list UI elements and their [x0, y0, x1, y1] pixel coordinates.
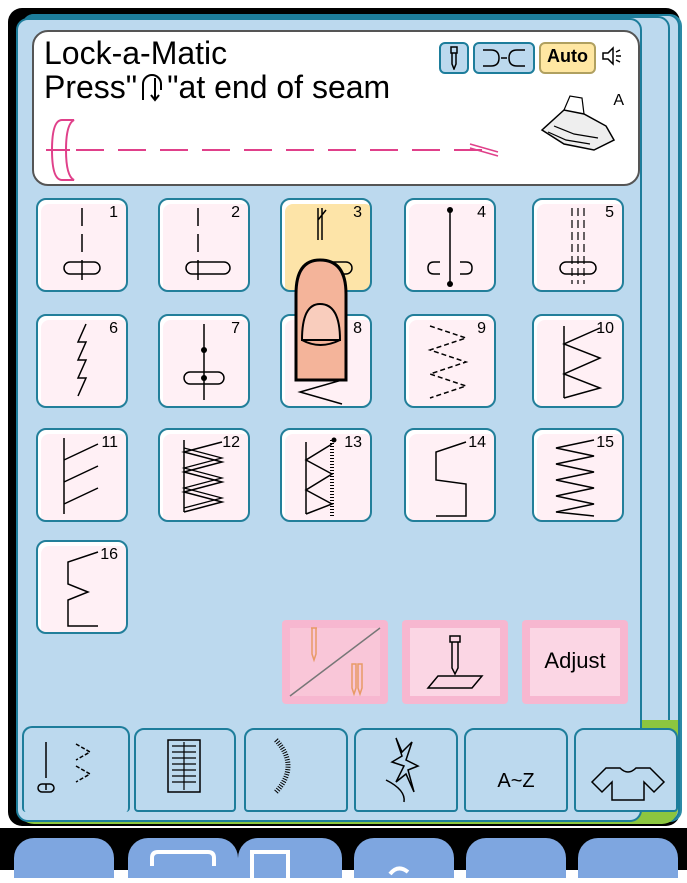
tab-buttonholes[interactable]: [134, 728, 236, 812]
lower-button-4-icon: [388, 866, 410, 876]
blind-hem-icon: [435, 441, 467, 517]
double-overcast-icon: [181, 440, 225, 513]
stitch-button-4[interactable]: 4: [404, 198, 496, 292]
stitch-button-7[interactable]: 7: [158, 314, 250, 408]
buttonhole-tab-icon: [167, 739, 201, 793]
instruction-post: "at end of seam: [167, 69, 391, 105]
stitch-button-12[interactable]: 12: [158, 428, 250, 522]
needle-plate-icon: [426, 635, 484, 689]
tab-utility-stitches[interactable]: [22, 726, 130, 812]
stitch-button-13[interactable]: 13: [280, 428, 372, 522]
shirt-tab-icon: [590, 767, 666, 801]
lower-button-3[interactable]: [238, 838, 342, 882]
stitch-button-6[interactable]: 6: [36, 314, 128, 408]
lower-button-2-icon: [150, 850, 216, 866]
utility-stitch-tab-icon: [37, 742, 92, 793]
stitch-button-14[interactable]: 14: [404, 428, 496, 522]
basting-stitch-icon: [183, 324, 225, 400]
straight-stitch-icon: [63, 208, 101, 280]
twin-needle-icon: [289, 627, 381, 697]
tab-alphabet-label: A~Z: [497, 770, 535, 792]
lower-button-6[interactable]: [578, 838, 678, 878]
stitch-button-5[interactable]: 5: [532, 198, 624, 292]
tab-decorative-stitches[interactable]: [354, 728, 458, 812]
lower-button-3-icon: [250, 850, 290, 882]
decorative-stitch-tab-icon: [385, 737, 420, 803]
presser-foot-a-icon: [540, 95, 616, 151]
satin-stitch-tab-icon: [274, 738, 291, 794]
needle-plate-button[interactable]: [402, 620, 508, 704]
tab-alphabet[interactable]: A~Z: [464, 728, 568, 812]
stitch-button-10[interactable]: 10: [532, 314, 624, 408]
lower-button-1[interactable]: [14, 838, 114, 878]
tab-garment[interactable]: [574, 728, 678, 812]
lower-button-5[interactable]: [466, 838, 566, 878]
straight-stitch-center-icon: [185, 208, 231, 280]
adjust-label: Adjust: [544, 648, 606, 673]
adjust-button[interactable]: Adjust: [522, 620, 628, 704]
stitch-button-9[interactable]: 9: [404, 314, 496, 408]
seam-diagram: [46, 119, 499, 181]
lower-button-4[interactable]: [354, 838, 454, 878]
status-icons: Auto: [439, 42, 626, 74]
triple-stitch-icon: [559, 208, 597, 284]
stitch-button-2[interactable]: 2: [158, 198, 250, 292]
lock-icon: [142, 74, 163, 102]
shell-tuck-icon: [67, 551, 99, 627]
presser-foot-icon[interactable]: [473, 42, 536, 74]
finger-pointer-icon: [294, 258, 348, 382]
multi-zigzag-icon: [427, 325, 469, 399]
lower-button-2[interactable]: [128, 838, 238, 878]
stitch-button-11[interactable]: 11: [36, 428, 128, 522]
message-box: Lock-a-Matic Press" "at end of seam Auto …: [32, 30, 640, 186]
needle-status-icon[interactable]: [439, 42, 470, 74]
overcast-stitch-icon: [63, 438, 99, 514]
stretch-stitch-icon: [76, 323, 88, 397]
locking-stitch-icon: [427, 207, 473, 287]
overlock-stitch-icon: [304, 437, 337, 516]
stitch-button-16[interactable]: 16: [36, 540, 128, 634]
triple-zigzag-icon: [562, 326, 603, 399]
stitch-button-15[interactable]: 15: [532, 428, 624, 522]
instruction-pre: Press": [44, 69, 138, 105]
tab-satin-stitches[interactable]: [244, 728, 348, 812]
stretch-blind-hem-icon: [555, 439, 595, 517]
stitch-button-1[interactable]: 1: [36, 198, 128, 292]
twin-needle-button[interactable]: [282, 620, 388, 704]
message-instruction: Press" "at end of seam: [44, 69, 391, 105]
auto-badge[interactable]: Auto: [539, 42, 596, 74]
message-title: Lock-a-Matic: [44, 35, 228, 71]
foot-label: A: [613, 92, 624, 109]
speaker-icon[interactable]: [600, 42, 626, 70]
